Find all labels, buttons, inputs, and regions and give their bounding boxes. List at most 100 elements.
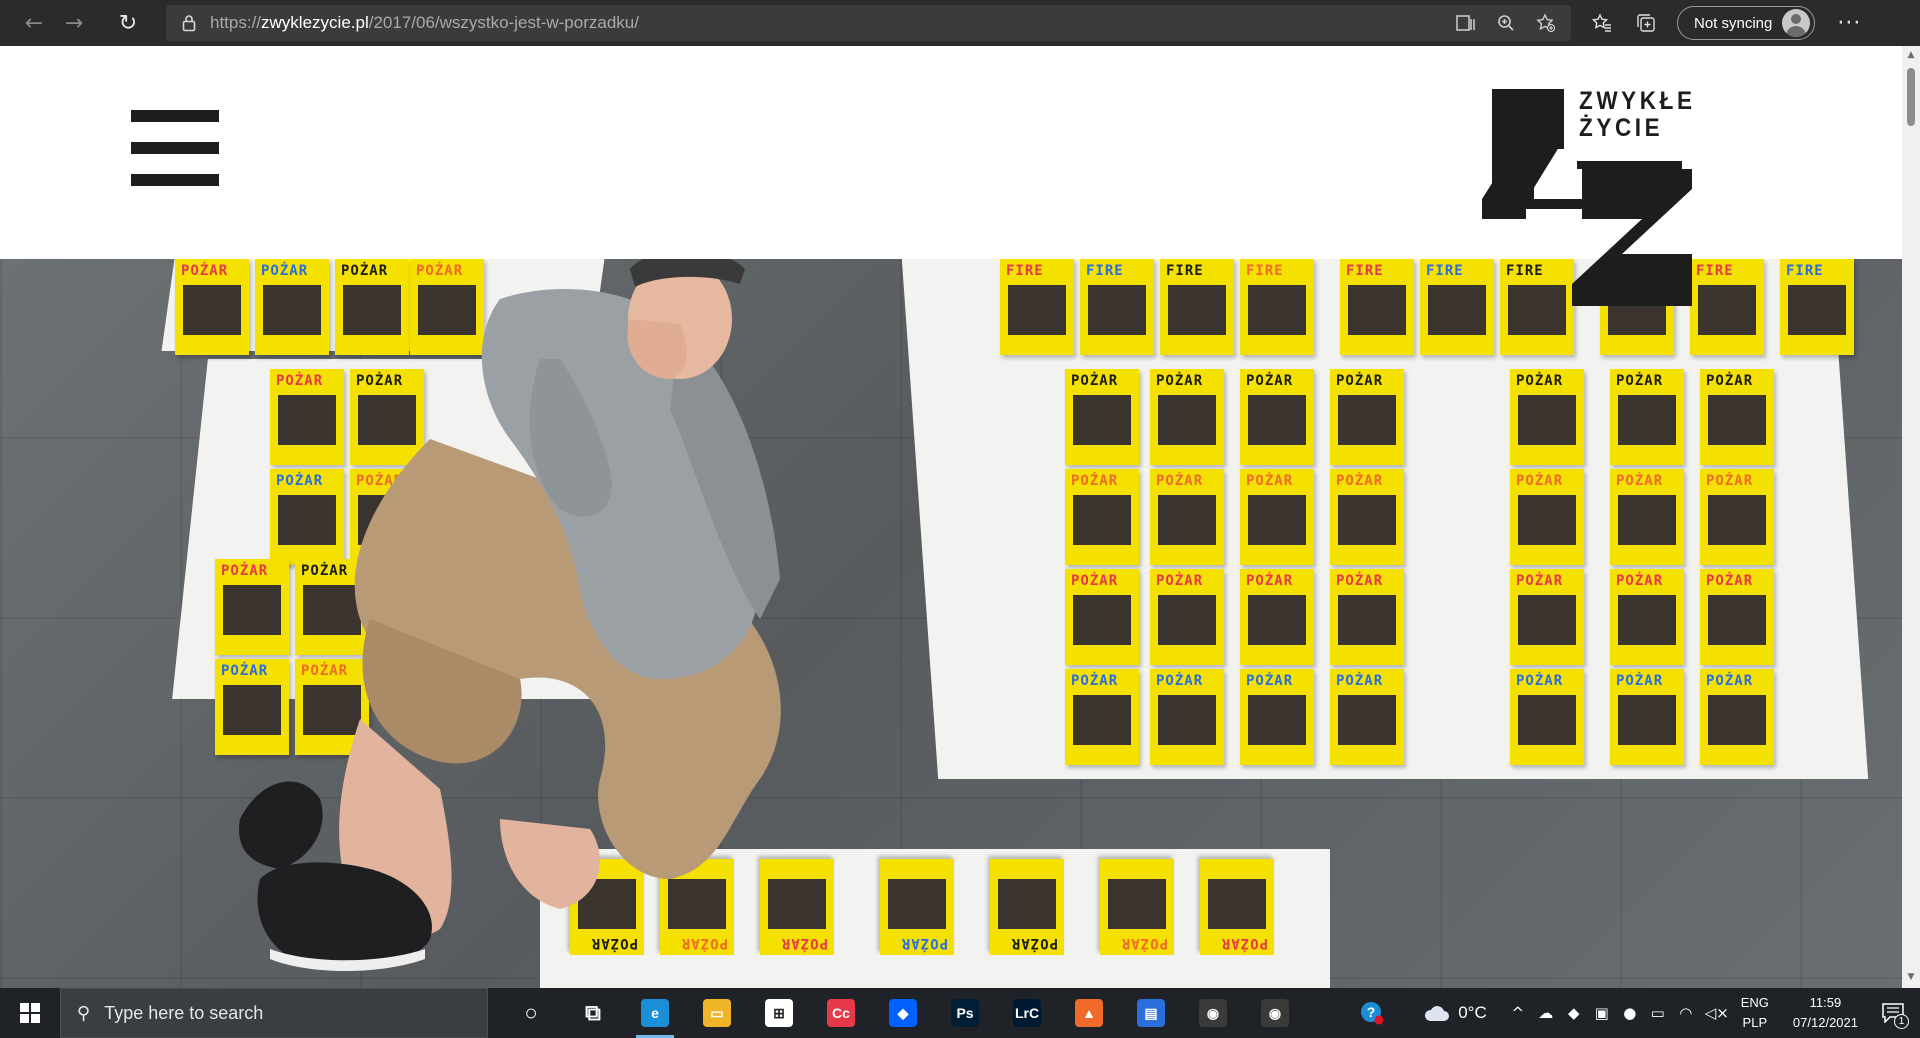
cover-title: POŻAR bbox=[1071, 473, 1119, 489]
taskbar-app-davinci-resolve[interactable]: ◉ bbox=[1182, 988, 1244, 1038]
cover-title: POŻAR bbox=[1516, 673, 1564, 689]
volume-muted-icon[interactable]: ◁× bbox=[1705, 1004, 1729, 1022]
dropbox-tray-icon[interactable]: ◆ bbox=[1565, 1004, 1583, 1022]
sync-label: Not syncing bbox=[1694, 14, 1773, 32]
taskbar-app-edge[interactable]: e bbox=[624, 988, 686, 1038]
taskbar-app-lightroom-classic[interactable]: LrC bbox=[996, 988, 1058, 1038]
cover-photo bbox=[1618, 495, 1676, 545]
book-cover: POŻAR bbox=[1240, 369, 1314, 465]
book-cover: FIRE bbox=[1780, 259, 1854, 355]
profile-sync-button[interactable]: Not syncing bbox=[1677, 6, 1816, 40]
book-cover: POŻAR bbox=[1700, 469, 1774, 565]
cover-title: FIRE bbox=[1346, 263, 1384, 279]
cover-title: POŻAR bbox=[1156, 673, 1204, 689]
cover-photo bbox=[1618, 595, 1676, 645]
cover-title: POŻAR bbox=[1246, 573, 1294, 589]
logo-line-1: ZWYKŁE bbox=[1579, 87, 1696, 115]
taskbar-app-task-view[interactable]: ⧉ bbox=[562, 988, 624, 1038]
taskbar-app-creative-cloud[interactable]: Cc bbox=[810, 988, 872, 1038]
cover-photo bbox=[1158, 695, 1216, 745]
taskbar-app-notes[interactable]: ▤ bbox=[1120, 988, 1182, 1038]
url-host: zwyklezycie.pl bbox=[261, 13, 369, 32]
book-cover: POŻAR bbox=[1700, 369, 1774, 465]
taskbar-app-store[interactable]: ⊞ bbox=[748, 988, 810, 1038]
cover-photo bbox=[1518, 695, 1576, 745]
cover-photo bbox=[1208, 879, 1266, 929]
taskbar-app-dropbox[interactable]: ◆ bbox=[872, 988, 934, 1038]
taskbar-app-cortana[interactable]: ○ bbox=[500, 988, 562, 1038]
book-cover: FIRE bbox=[1340, 259, 1414, 355]
book-cover: FIRE bbox=[1240, 259, 1314, 355]
search-icon: ⚲ bbox=[77, 1002, 91, 1024]
taskbar-app-davinci-panels[interactable]: ◉ bbox=[1244, 988, 1306, 1038]
system-tray: ? 0°C ^ ☁ ◆ ▣ ● ▭ ◠ ◁× ENG PLP 11:59 07/… bbox=[1360, 988, 1920, 1038]
cover-photo bbox=[1073, 395, 1131, 445]
taskbar: ⚲ Type here to search ○ ⧉ e ▭ ⊞ Cc ◆ Ps LrC ▲ ▤ ◉ ◉ … bbox=[0, 988, 1920, 1038]
cover-photo bbox=[1073, 595, 1131, 645]
scroll-up-arrow-icon[interactable]: ▲ bbox=[1906, 50, 1916, 60]
book-cover: POŻAR bbox=[1100, 859, 1174, 955]
book-cover: POŻAR bbox=[1240, 569, 1314, 665]
clock[interactable]: 11:59 07/12/2021 bbox=[1793, 993, 1858, 1033]
lang-primary: ENG bbox=[1740, 995, 1769, 1010]
weather-cloud-icon[interactable] bbox=[1422, 1003, 1450, 1023]
edge-icon: e bbox=[641, 999, 669, 1027]
cover-title: POŻAR bbox=[1071, 673, 1119, 689]
taskbar-app-affinity[interactable]: ▲ bbox=[1058, 988, 1120, 1038]
hamburger-menu-icon[interactable] bbox=[131, 110, 219, 188]
taskbar-app-file-explorer[interactable]: ▭ bbox=[686, 988, 748, 1038]
onedrive-icon[interactable]: ☁ bbox=[1537, 1004, 1555, 1022]
lock-icon bbox=[182, 14, 196, 32]
immersive-reader-icon[interactable] bbox=[1455, 12, 1477, 34]
more-menu-button[interactable]: ··· bbox=[1837, 11, 1861, 36]
person-figure bbox=[239, 259, 781, 971]
notification-center-icon[interactable]: 1 bbox=[1880, 1000, 1909, 1029]
cover-title: POŻAR bbox=[1516, 573, 1564, 589]
cover-photo bbox=[1168, 285, 1226, 335]
wifi-icon[interactable]: ◠ bbox=[1677, 1004, 1695, 1022]
book-cover: POŻAR bbox=[1610, 569, 1684, 665]
cover-photo bbox=[1698, 285, 1756, 335]
cover-title: POŻAR bbox=[1220, 935, 1268, 951]
arrow-left-icon: ← bbox=[24, 10, 44, 36]
chevron-up-icon[interactable]: ^ bbox=[1509, 1004, 1527, 1022]
help-icon[interactable]: ? bbox=[1360, 1001, 1384, 1025]
taskbar-app-photoshop[interactable]: Ps bbox=[934, 988, 996, 1038]
network-status-icon[interactable]: ▣ bbox=[1593, 1004, 1611, 1022]
book-cover: POŻAR bbox=[1330, 569, 1404, 665]
url-text: https://zwyklezycie.pl/2017/06/wszystko-… bbox=[210, 13, 639, 33]
weather-temperature[interactable]: 0°C bbox=[1458, 1003, 1487, 1023]
scroll-thumb[interactable] bbox=[1907, 68, 1915, 126]
reload-button[interactable]: ↻ bbox=[108, 5, 148, 41]
book-cover: POŻAR bbox=[1510, 469, 1584, 565]
book-cover: POŻAR bbox=[1330, 469, 1404, 565]
cover-photo bbox=[1338, 695, 1396, 745]
favorites-icon[interactable] bbox=[1591, 12, 1613, 34]
address-bar[interactable]: https://zwyklezycie.pl/2017/06/wszystko-… bbox=[166, 5, 1571, 41]
forward-button[interactable]: → bbox=[54, 5, 94, 41]
book-cover: POŻAR bbox=[1150, 469, 1224, 565]
book-cover: POŻAR bbox=[1150, 569, 1224, 665]
collections-icon[interactable] bbox=[1635, 12, 1657, 34]
zoom-icon[interactable] bbox=[1495, 12, 1517, 34]
cover-title: POŻAR bbox=[1156, 573, 1204, 589]
cover-photo bbox=[1158, 395, 1216, 445]
scroll-down-arrow-icon[interactable]: ▼ bbox=[1906, 972, 1916, 982]
cover-photo bbox=[1788, 285, 1846, 335]
back-button[interactable]: ← bbox=[14, 5, 54, 41]
input-language[interactable]: ENG PLP bbox=[1741, 993, 1769, 1033]
taskbar-search[interactable]: ⚲ Type here to search bbox=[60, 988, 488, 1038]
cover-title: POŻAR bbox=[1516, 473, 1564, 489]
battery-icon[interactable]: ▭ bbox=[1649, 1004, 1667, 1022]
web-page: POŻAR POŻAR POŻAR POŻAR POŻAR POŻAR POŻAR POŻAR… bbox=[0, 46, 1902, 988]
cover-photo bbox=[1248, 495, 1306, 545]
page-scrollbar[interactable]: ▲ ▼ bbox=[1902, 46, 1920, 988]
device-icon[interactable]: ● bbox=[1621, 1004, 1639, 1022]
cover-photo bbox=[1708, 395, 1766, 445]
start-button[interactable] bbox=[0, 988, 60, 1038]
cover-title: POŻAR bbox=[1156, 373, 1204, 389]
book-cover: POŻAR bbox=[1700, 569, 1774, 665]
add-favorite-icon[interactable] bbox=[1535, 12, 1557, 34]
dropbox-icon: ◆ bbox=[889, 999, 917, 1027]
file-explorer-icon: ▭ bbox=[703, 999, 731, 1027]
